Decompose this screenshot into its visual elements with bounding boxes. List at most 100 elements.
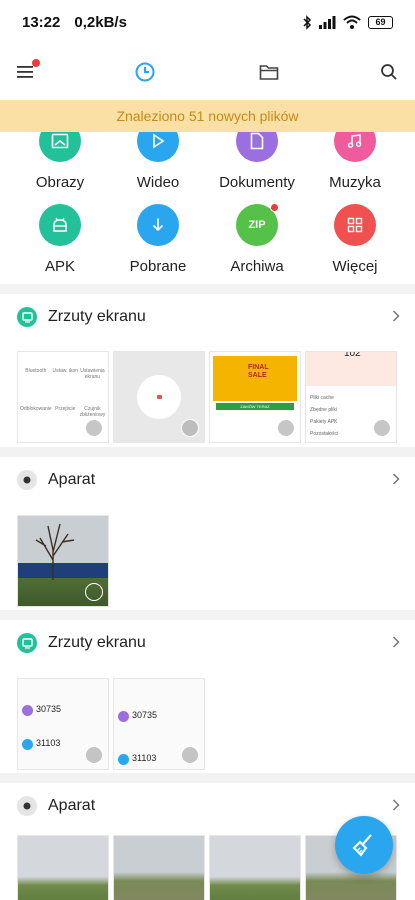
category-label: APK	[44, 258, 75, 275]
category-music[interactable]: Muzyka	[310, 132, 400, 191]
recent-tab[interactable]	[131, 58, 159, 86]
new-items-dot	[270, 203, 279, 212]
wifi-icon	[343, 15, 361, 29]
thumb-text: ZAMÓW TERAZ	[216, 403, 294, 410]
thumb-text: Bluetooth	[25, 368, 47, 374]
file-manager-screen: 13:22 0,2kB/s 69 Znaleziono 51 nowych pl…	[0, 0, 415, 900]
thumb-text: 30735	[132, 710, 158, 720]
menu-icon	[17, 66, 33, 78]
files-tab[interactable]	[255, 58, 283, 86]
section-title: Zrzuty ekranu	[48, 634, 146, 651]
thumb-text: Przejście	[55, 406, 76, 412]
select-circle[interactable]	[85, 746, 103, 764]
section-camera: Aparat	[0, 457, 415, 610]
thumb-text: 30735	[36, 704, 62, 714]
thumb-text: Pliki cache	[310, 395, 334, 401]
select-circle[interactable]	[181, 746, 199, 764]
category-label: Więcej	[332, 258, 378, 275]
thumbnail[interactable]: 102 Pliki cache Zbędne pliki Pakiety APK…	[305, 351, 397, 443]
section-screenshots: Zrzuty ekranu Bluetooth Ustaw. ikon Usta…	[0, 294, 415, 447]
thumb-text: Czujnik zbliżeniowy	[79, 406, 106, 418]
section-screenshots-2: Zrzuty ekranu 30735 31103 30735 31103	[0, 620, 415, 773]
search-button[interactable]	[375, 58, 403, 86]
thumb-text: 102	[344, 351, 361, 359]
tree-image	[35, 523, 75, 580]
zip-icon: ZIP	[248, 219, 266, 231]
divider	[0, 610, 415, 620]
thumbnail-strip	[0, 515, 415, 607]
category-label: Obrazy	[35, 174, 85, 191]
thumb-text: Ustawienia ekranu	[80, 368, 105, 380]
divider	[0, 773, 415, 783]
thumbnail[interactable]: Bluetooth Ustaw. ikon Ustawienia ekranu …	[17, 351, 109, 443]
category-images[interactable]: Obrazy	[15, 132, 105, 191]
select-circle[interactable]	[85, 583, 103, 601]
section-header[interactable]: Aparat	[0, 457, 415, 503]
select-circle[interactable]	[373, 419, 391, 437]
image-icon	[51, 133, 69, 149]
network-speed: 0,2kB/s	[74, 13, 127, 31]
video-thumbnail[interactable]	[17, 835, 109, 900]
bluetooth-icon	[303, 14, 312, 30]
select-circle[interactable]	[277, 419, 295, 437]
grid-icon	[347, 217, 363, 233]
banner-text: Znaleziono 51 nowych plików	[116, 108, 299, 124]
screenshot-icon	[21, 637, 33, 649]
divider	[0, 284, 415, 294]
chevron-right-icon	[392, 310, 400, 322]
status-bar: 13:22 0,2kB/s 69	[0, 0, 415, 44]
notification-dot	[32, 59, 40, 67]
download-icon	[152, 218, 164, 232]
section-header[interactable]: Zrzuty ekranu	[0, 294, 415, 340]
divider	[0, 447, 415, 457]
menu-button[interactable]	[12, 58, 40, 86]
thumbnail[interactable]: 30735 31103	[17, 678, 109, 770]
category-more[interactable]: Więcej	[310, 204, 400, 275]
chevron-right-icon	[392, 636, 400, 648]
thumbnail[interactable]	[113, 351, 205, 443]
section-title: Zrzuty ekranu	[48, 308, 146, 325]
thumb-text: FINAL	[248, 364, 269, 371]
thumb-text: 31103	[36, 738, 61, 748]
select-circle[interactable]	[85, 419, 103, 437]
signal-icon	[319, 15, 336, 29]
broom-icon	[352, 834, 372, 857]
thumbnail[interactable]	[17, 515, 109, 607]
chevron-right-icon	[392, 799, 400, 811]
category-apk[interactable]: APK	[15, 204, 105, 275]
chevron-right-icon	[392, 473, 400, 485]
status-time: 13:22	[22, 13, 61, 31]
thumbnail-strip: Bluetooth Ustaw. ikon Ustawienia ekranu …	[0, 351, 415, 443]
category-video[interactable]: Wideo	[113, 132, 203, 191]
thumb-text: SALE	[248, 372, 267, 379]
new-files-banner[interactable]: Znaleziono 51 nowych plików	[0, 100, 415, 132]
thumbnail-strip: 30735 31103 30735 31103	[0, 678, 415, 770]
screenshot-icon	[21, 311, 33, 323]
section-header[interactable]: Zrzuty ekranu	[0, 620, 415, 666]
category-label: Pobrane	[129, 258, 187, 275]
camera-icon	[23, 802, 31, 810]
document-icon	[250, 132, 264, 150]
thumbnail[interactable]: FINAL SALE ZAMÓW TERAZ	[209, 351, 301, 443]
select-circle[interactable]	[181, 419, 199, 437]
android-icon	[53, 217, 67, 232]
category-documents[interactable]: Dokumenty	[212, 132, 302, 191]
battery-indicator: 69	[368, 15, 393, 29]
category-label: Muzyka	[329, 174, 381, 191]
category-archives[interactable]: ZIP Archiwa	[212, 203, 302, 275]
category-label: Wideo	[136, 174, 180, 191]
section-title: Aparat	[48, 797, 96, 814]
thumb-text: Odblokowanie	[20, 406, 52, 412]
thumbnail[interactable]: 30735 31103	[113, 678, 205, 770]
category-downloads[interactable]: Pobrane	[113, 204, 203, 275]
video-thumbnail[interactable]	[209, 835, 301, 900]
camera-icon	[23, 476, 31, 484]
toolbar	[0, 44, 415, 100]
thumb-text: Zbędne pliki	[310, 407, 337, 413]
thumb-text: Ustaw. ikon	[52, 368, 79, 374]
video-thumbnail[interactable]	[113, 835, 205, 900]
clean-button[interactable]	[335, 816, 393, 874]
category-label: Dokumenty	[219, 174, 295, 191]
play-icon	[153, 133, 165, 149]
folder-icon	[259, 65, 279, 80]
